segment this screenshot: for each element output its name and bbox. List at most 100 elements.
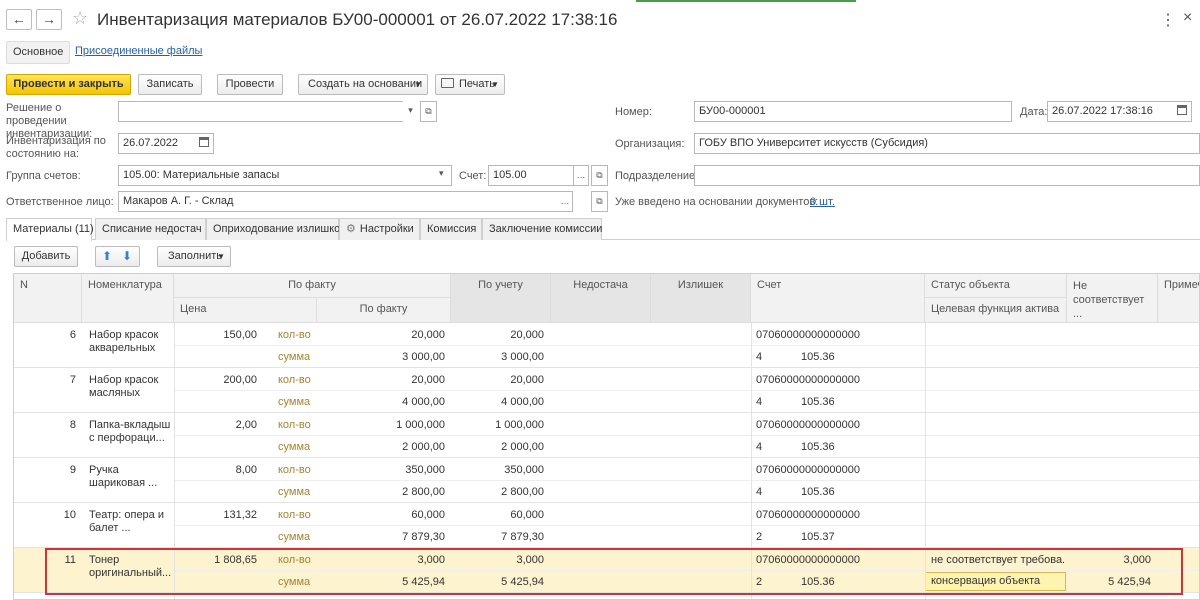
price-cell: 150,00 <box>223 329 257 341</box>
row-number: 10 <box>63 509 76 521</box>
calendar-icon[interactable] <box>1177 105 1187 115</box>
col-header-status[interactable]: Статус объекта <box>925 274 1067 298</box>
number-label: Номер: <box>615 106 652 118</box>
chevron-down-icon: ▼ <box>414 80 422 89</box>
forward-button[interactable]: → <box>36 9 62 30</box>
table-row[interactable]: 8 Папка-вкладыш с перфораци... 2,00 кол-во су… <box>14 413 1199 458</box>
col-header-surplus[interactable]: Излишек <box>651 274 751 323</box>
account-kfo-cell: 4 <box>756 441 763 453</box>
tab-commission[interactable]: Комиссия <box>420 218 482 240</box>
favorite-star-icon[interactable]: ☆ <box>72 8 88 29</box>
nomenclature-line1: Набор красок <box>89 374 159 386</box>
row-subdivider <box>174 480 1199 481</box>
account-qty-cell: 1 000,000 <box>495 419 544 431</box>
table-row[interactable]: 6 Набор красок акварельных 150,00 кол-во сумм… <box>14 323 1199 368</box>
tab-commission-conclusion[interactable]: Заключение комиссии <box>482 218 602 240</box>
account-group-field[interactable]: 105.00: Материальные запасы <box>118 165 452 186</box>
table-row[interactable]: 7 Набор красок масляных 200,00 кол-во сумма 20… <box>14 368 1199 413</box>
account-sum-cell: 4 000,00 <box>501 396 544 408</box>
col-header-n[interactable]: N <box>14 274 82 323</box>
col-header-shortage[interactable]: Недостача <box>551 274 651 323</box>
col-header-account[interactable]: Счет <box>751 274 925 323</box>
tab-surplus-posting[interactable]: Оприходование излишков <box>206 218 346 240</box>
account-number-cell: 105.36 <box>801 351 835 363</box>
table-row[interactable]: 9 Ручка шариковая ... 8,00 кол-во сумма 350,00… <box>14 458 1199 503</box>
save-button[interactable]: Записать <box>138 74 202 95</box>
col-header-fact[interactable]: По факту <box>174 274 451 298</box>
tab-shortage-writeoff[interactable]: Списание недостач <box>95 218 206 240</box>
print-button[interactable]: Печать ▼ <box>435 74 505 95</box>
organization-field[interactable]: ГОБУ ВПО Университет искусств (Субсидия) <box>694 133 1200 154</box>
post-button[interactable]: Провести <box>217 74 283 95</box>
tab-main[interactable]: Основное <box>6 41 71 64</box>
date-field[interactable]: 26.07.2022 17:38:16 <box>1047 101 1192 122</box>
number-field[interactable]: БУ00-000001 <box>694 101 1012 122</box>
more-menu-icon[interactable]: ⋮ <box>1160 10 1177 30</box>
fact-qty-cell: 60,000 <box>411 509 445 521</box>
based-documents-link[interactable]: 0 шт. <box>810 196 835 208</box>
account-number-cell: 105.36 <box>801 486 835 498</box>
arrow-right-icon: → <box>42 11 56 27</box>
dropdown-chevron-icon[interactable]: ▾ <box>403 101 418 122</box>
account-number-cell: 105.37 <box>801 531 835 543</box>
tab-materials[interactable]: Материалы (11) <box>6 218 94 241</box>
organization-label: Организация: <box>615 138 685 150</box>
responsible-field[interactable]: Макаров А. Г. - Склад <box>118 191 573 212</box>
col-header-fact-sub[interactable]: По факту <box>317 298 451 323</box>
arrow-up-icon[interactable]: ⬆ <box>102 247 112 266</box>
open-link-icon[interactable]: ⧉ <box>591 191 608 212</box>
create-based-button[interactable]: Создать на основании ▼ <box>298 74 428 95</box>
printer-icon <box>441 78 454 88</box>
calendar-icon[interactable] <box>199 137 209 147</box>
close-icon[interactable]: × <box>1183 9 1192 27</box>
account-number-cell: 105.36 <box>801 396 835 408</box>
dropdown-chevron-icon[interactable]: ▾ <box>439 168 444 179</box>
row-subdivider <box>174 525 1199 526</box>
move-buttons: ⬆ ⬇ <box>95 246 140 267</box>
account-sum-cell: 3 000,00 <box>501 351 544 363</box>
col-header-not-match[interactable]: Не соответствует ... <box>1067 274 1158 323</box>
page-title: Инвентаризация материалов БУ00-000001 от… <box>97 10 618 29</box>
account-kfo-cell: 2 <box>756 531 763 543</box>
account-code-cell: 07060000000000000 <box>756 419 861 431</box>
fact-sum-cell: 3 000,00 <box>402 351 445 363</box>
col-header-nomenclature[interactable]: Номенклатура <box>82 274 174 323</box>
row-subdivider <box>174 390 1199 391</box>
select-ellipsis-icon[interactable]: … <box>558 191 573 212</box>
fact-qty-cell: 20,000 <box>411 329 445 341</box>
fact-qty-cell: 350,000 <box>405 464 445 476</box>
post-and-close-button[interactable]: Провести и закрыть <box>6 74 131 95</box>
row-subdivider <box>174 345 1199 346</box>
col-header-price[interactable]: Цена <box>174 298 317 323</box>
account-kfo-cell: 4 <box>756 351 763 363</box>
title-bar: ← → ☆ Инвентаризация материалов БУ00-000… <box>0 0 1200 38</box>
col-header-account-qty[interactable]: По учету <box>451 274 551 323</box>
tab-attached-files[interactable]: Присоединенные файлы <box>75 41 202 62</box>
account-field[interactable]: 105.00 <box>488 165 574 186</box>
chevron-down-icon: ▼ <box>491 80 499 89</box>
arrow-left-icon: ← <box>12 11 26 27</box>
department-field[interactable] <box>694 165 1200 186</box>
open-link-icon[interactable]: ⧉ <box>591 165 608 186</box>
fact-sum-cell: 2 000,00 <box>402 441 445 453</box>
arrow-down-icon[interactable]: ⬇ <box>122 247 132 266</box>
nomenclature-line1: Ручка <box>89 464 119 476</box>
col-header-target[interactable]: Целевая функция актива <box>925 298 1067 323</box>
account-sum-cell: 2 000,00 <box>501 441 544 453</box>
back-button[interactable]: ← <box>6 9 32 30</box>
chevron-down-icon: ▼ <box>217 252 225 261</box>
select-ellipsis-icon[interactable]: … <box>574 165 589 186</box>
table-row[interactable]: 10 Театр: опера и балет ... 131,32 кол-во сум… <box>14 503 1199 548</box>
fact-qty-cell: 1 000,000 <box>396 419 445 431</box>
decision-field[interactable] <box>118 101 418 122</box>
add-button[interactable]: Добавить <box>14 246 78 267</box>
row-number: 9 <box>69 464 76 476</box>
tab-settings[interactable]: ⚙ Настройки <box>339 218 420 240</box>
fill-button[interactable]: Заполнить ▼ <box>157 246 231 267</box>
nomenclature-line2: балет ... <box>89 522 131 534</box>
inventory-date-label: Инвентаризация по состоянию на: <box>6 135 106 160</box>
nomenclature-line2: акварельных <box>89 342 156 354</box>
open-link-icon[interactable]: ⧉ <box>420 101 437 122</box>
col-header-note[interactable]: Примеч <box>1158 274 1199 323</box>
account-group-label: Группа счетов: <box>6 170 81 182</box>
